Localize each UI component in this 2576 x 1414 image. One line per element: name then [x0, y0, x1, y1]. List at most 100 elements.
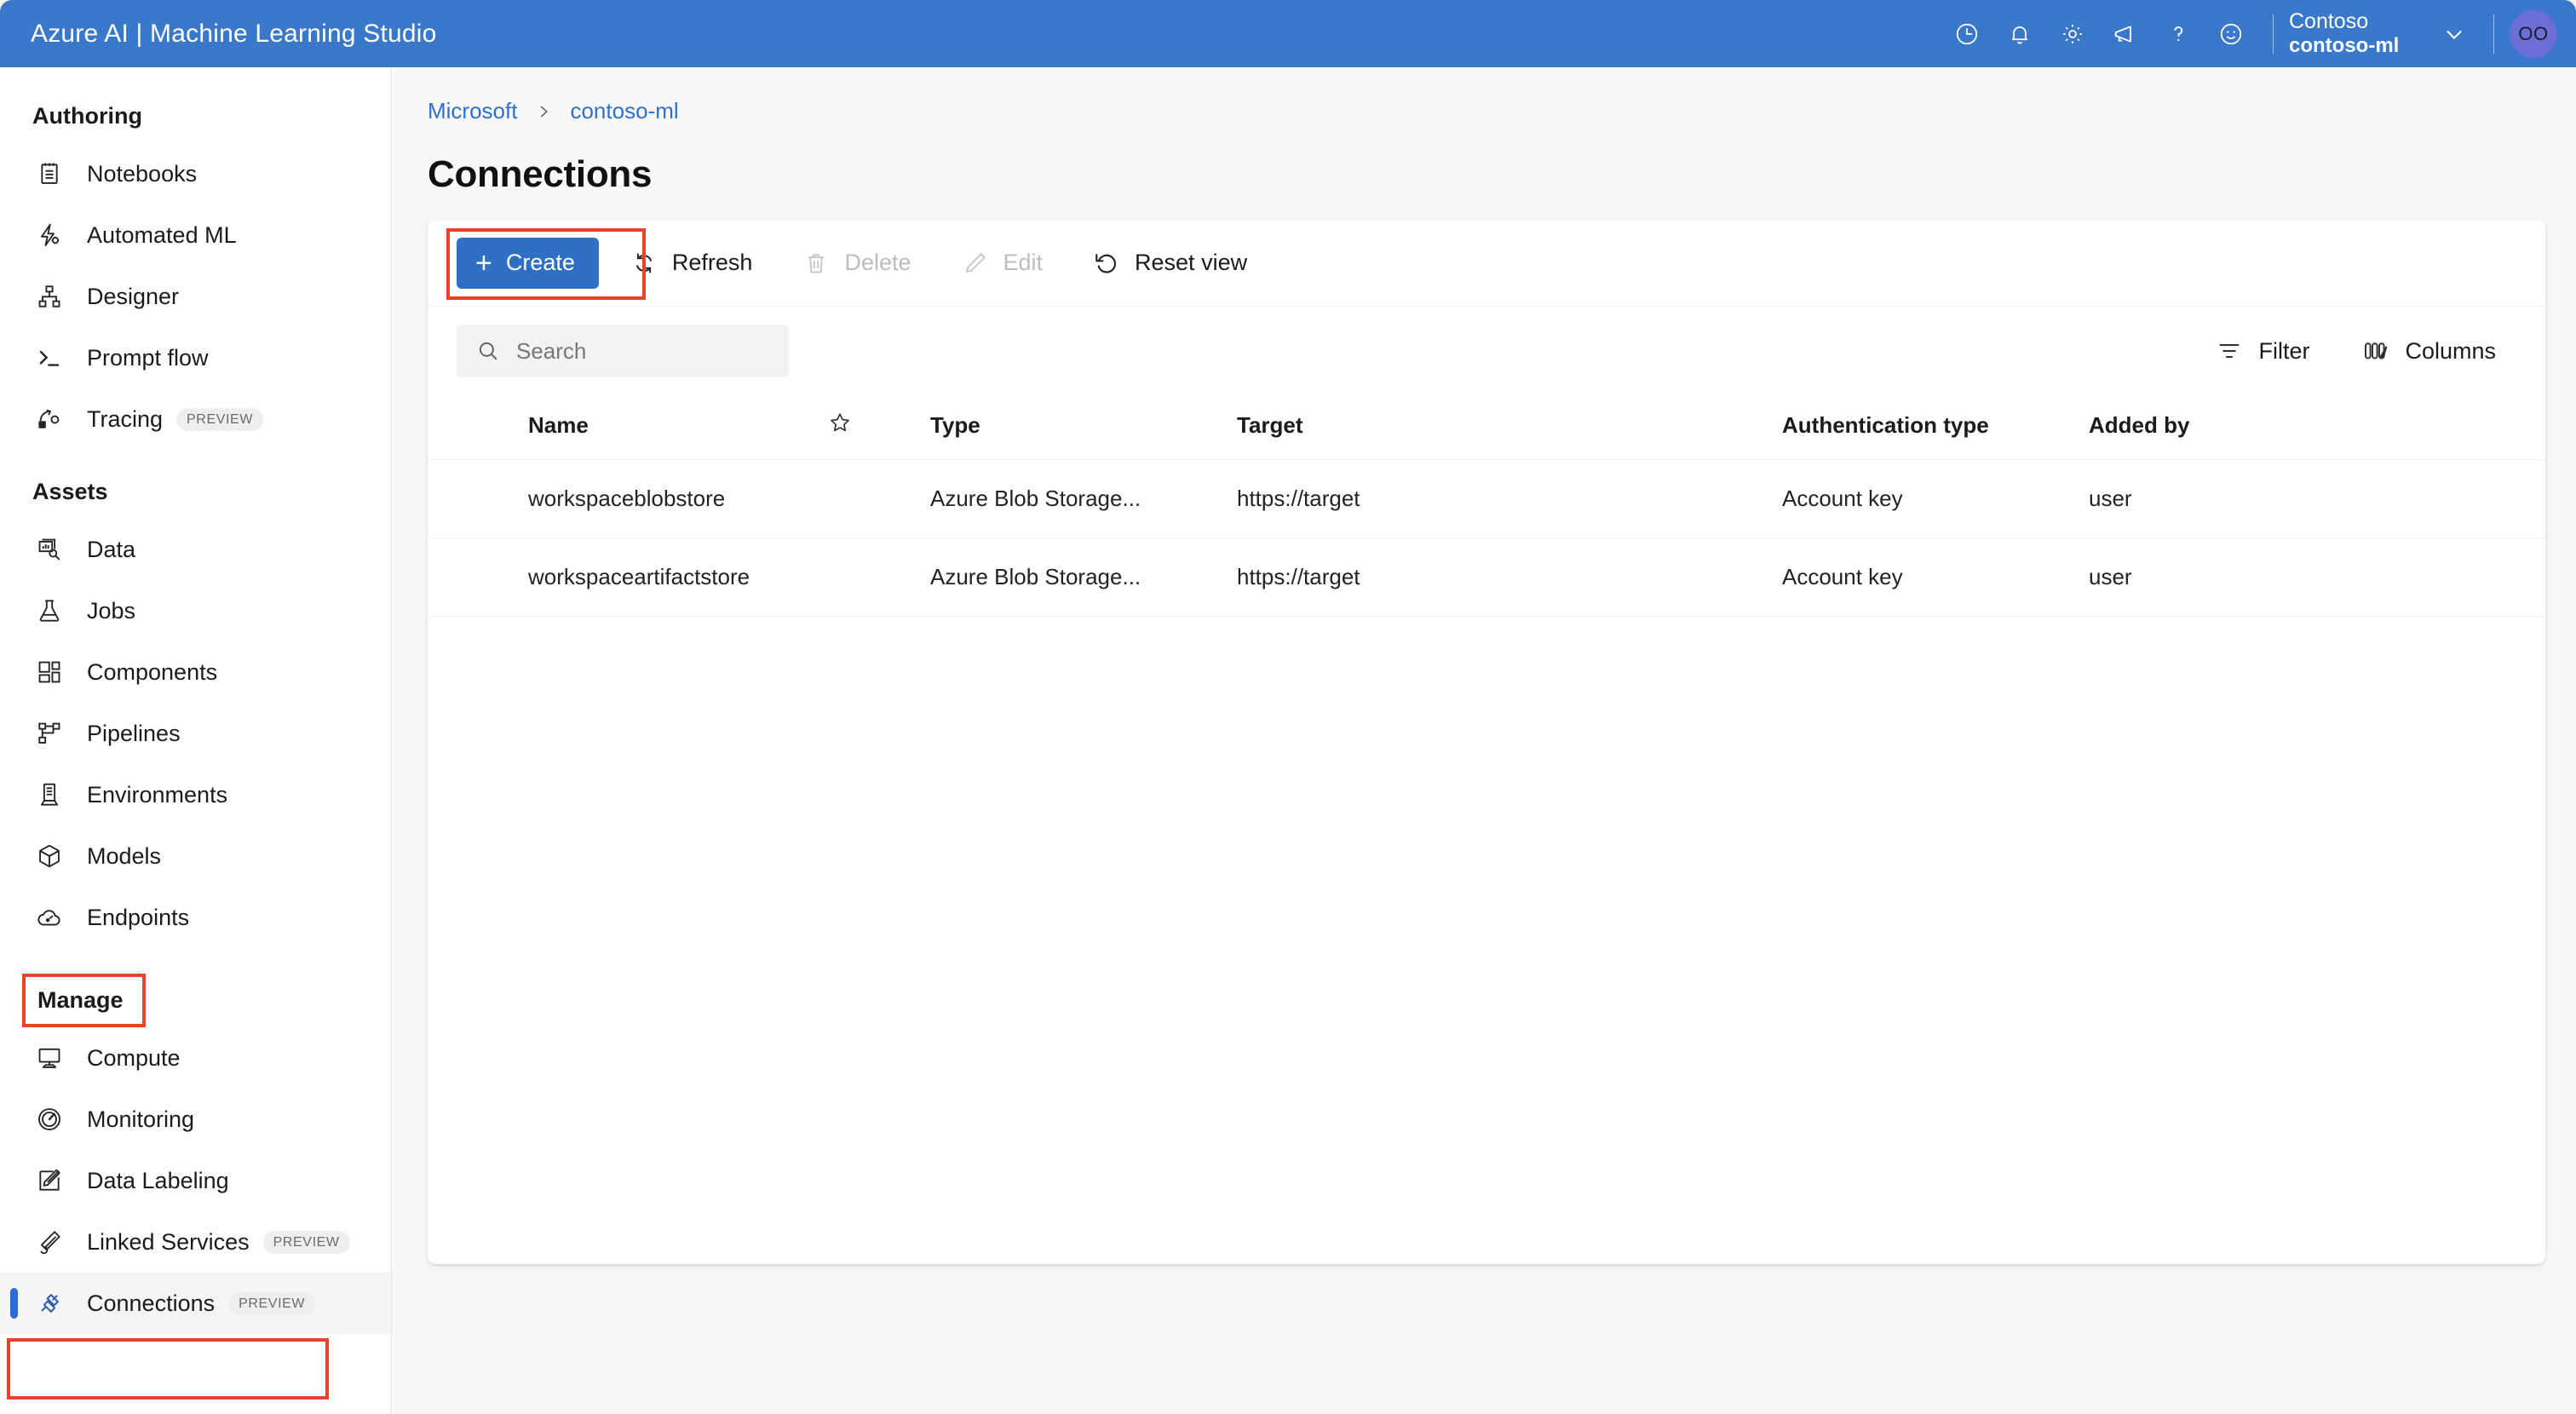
cell-auth-type: Account key: [1782, 537, 2089, 617]
sidebar-item-tracing[interactable]: Tracing PREVIEW: [0, 388, 391, 450]
workspace-name: contoso-ml: [2289, 34, 2400, 58]
selection-indicator: [10, 1288, 18, 1319]
smiley-face-icon[interactable]: [2205, 8, 2257, 60]
column-header-added-by[interactable]: Added by: [2089, 395, 2545, 460]
table-header: Name Type Target Authentication type Add…: [428, 395, 2545, 460]
breadcrumb-item-workspace[interactable]: contoso-ml: [570, 98, 678, 124]
annotation-box-connections: [7, 1338, 329, 1400]
sidebar-item-monitoring[interactable]: Monitoring: [0, 1089, 391, 1150]
sidebar-item-label: Monitoring: [87, 1106, 195, 1132]
cell-auth-type: Account key: [1782, 459, 2089, 538]
columns-button-label: Columns: [2405, 337, 2496, 364]
sidebar-item-pipelines[interactable]: Pipelines: [0, 703, 391, 764]
pipelines-icon: [32, 716, 66, 750]
sidebar-item-designer[interactable]: Designer: [0, 266, 391, 327]
sidebar-item-label: Linked Services: [87, 1228, 250, 1255]
column-header-auth-type[interactable]: Authentication type: [1782, 395, 2089, 460]
compute-monitor-icon: [32, 1041, 66, 1075]
cell-favorite[interactable]: [828, 459, 930, 538]
sidebar-item-models[interactable]: Models: [0, 825, 391, 887]
chevron-down-icon[interactable]: [2430, 10, 2478, 58]
sidebar-item-compute[interactable]: Compute: [0, 1027, 391, 1089]
refresh-button[interactable]: Refresh: [611, 238, 772, 289]
create-button-label: Create: [505, 250, 575, 275]
cell-target: https://target: [1237, 459, 1782, 538]
sidebar-item-data-labeling[interactable]: Data Labeling: [0, 1150, 391, 1211]
table-row[interactable]: workspaceartifactstore Azure Blob Storag…: [428, 537, 2545, 617]
reset-view-button-label: Reset view: [1135, 250, 1248, 275]
sidebar-item-label: Endpoints: [87, 904, 190, 930]
refresh-button-label: Refresh: [671, 250, 753, 275]
history-clock-icon[interactable]: [1941, 8, 1993, 60]
sidebar-item-label: Compute: [87, 1044, 181, 1071]
delete-button[interactable]: Delete: [783, 238, 929, 289]
page-title: Connections: [428, 153, 653, 195]
feedback-megaphone-icon[interactable]: [2099, 8, 2152, 60]
create-button[interactable]: + Create: [457, 237, 599, 289]
edit-button[interactable]: Edit: [942, 238, 1062, 289]
sidebar-item-data[interactable]: Data: [0, 519, 391, 580]
terminal-prompt-icon: [32, 341, 66, 375]
sidebar-item-label: Automated ML: [87, 221, 237, 248]
filter-bar: Filter Columns: [428, 307, 2545, 395]
search-box[interactable]: [457, 325, 789, 377]
filter-button[interactable]: Filter: [2200, 325, 2323, 376]
sidebar-section-authoring: Authoring: [32, 103, 142, 129]
sidebar-item-prompt-flow[interactable]: Prompt flow: [0, 327, 391, 388]
cell-favorite[interactable]: [828, 537, 930, 617]
sidebar-item-notebooks[interactable]: Notebooks: [0, 143, 391, 204]
plus-icon: +: [475, 246, 492, 279]
edit-button-label: Edit: [1003, 250, 1044, 275]
help-question-icon[interactable]: [2152, 8, 2205, 60]
sidebar-item-environments[interactable]: Environments: [0, 764, 391, 825]
sidebar-section-manage: Manage: [22, 974, 146, 1027]
sidebar-item-label: Models: [87, 842, 162, 869]
breadcrumb-item-microsoft[interactable]: Microsoft: [428, 98, 517, 124]
cell-name[interactable]: workspaceartifactstore: [428, 537, 828, 617]
connections-panel: + Create Refresh Delete Edit Reset view …: [428, 220, 2545, 1264]
sidebar-item-linked-services[interactable]: Linked Services PREVIEW: [0, 1211, 391, 1273]
command-toolbar: + Create Refresh Delete Edit Reset view: [428, 220, 2545, 307]
sidebar-item-components[interactable]: Components: [0, 641, 391, 703]
sidebar-item-endpoints[interactable]: Endpoints: [0, 887, 391, 948]
star-icon: [828, 411, 852, 434]
columns-button[interactable]: Columns: [2347, 325, 2510, 376]
pencil-icon: [961, 249, 990, 278]
sidebar-item-jobs[interactable]: Jobs: [0, 580, 391, 641]
cell-name[interactable]: workspaceblobstore: [428, 459, 828, 538]
column-header-type[interactable]: Type: [930, 395, 1237, 460]
table-empty-area: [428, 617, 2545, 1264]
search-input[interactable]: [516, 337, 755, 365]
preview-badge: PREVIEW: [262, 1230, 350, 1254]
cell-target: https://target: [1237, 537, 1782, 617]
breadcrumb-separator-icon: [534, 102, 553, 121]
tenant-name: Contoso: [2289, 9, 2369, 33]
flask-jobs-icon: [32, 594, 66, 628]
column-header-name[interactable]: Name: [428, 395, 828, 460]
notification-bell-icon[interactable]: [1993, 8, 2046, 60]
column-header-target[interactable]: Target: [1237, 395, 1782, 460]
top-header-bar: Azure AI | Machine Learning Studio Conto…: [0, 0, 2576, 67]
breadcrumb: Microsoft contoso-ml: [392, 67, 2576, 124]
table-row[interactable]: workspaceblobstore Azure Blob Storage...…: [428, 459, 2545, 538]
filter-icon: [2214, 336, 2245, 366]
reset-view-button[interactable]: Reset view: [1073, 238, 1266, 289]
data-icon: [32, 532, 66, 566]
cell-type: Azure Blob Storage...: [930, 459, 1237, 538]
connections-plug-icon: [32, 1286, 66, 1320]
linked-services-icon: [32, 1225, 66, 1259]
column-header-favorite[interactable]: [828, 395, 930, 460]
trash-icon: [802, 249, 831, 278]
delete-button-label: Delete: [844, 250, 911, 275]
refresh-icon: [630, 249, 658, 278]
cell-type: Azure Blob Storage...: [930, 537, 1237, 617]
sidebar-item-label: Data: [87, 536, 136, 562]
tenant-workspace-info[interactable]: Contoso contoso-ml: [2289, 9, 2417, 59]
models-cube-icon: [32, 839, 66, 873]
settings-gear-icon[interactable]: [2046, 8, 2099, 60]
avatar[interactable]: OO: [2510, 9, 2557, 58]
sidebar-item-automated-ml[interactable]: Automated ML: [0, 204, 391, 266]
sidebar-item-connections[interactable]: Connections PREVIEW: [0, 1273, 391, 1334]
reset-view-icon: [1092, 249, 1121, 278]
app-brand-title: Azure AI | Machine Learning Studio: [31, 19, 437, 48]
